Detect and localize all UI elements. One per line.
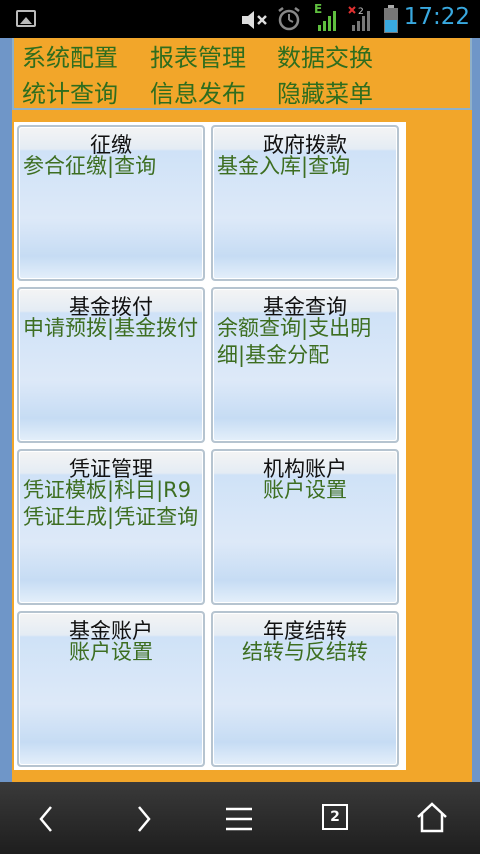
menu-icon[interactable] (222, 802, 256, 836)
menu-item-info-publish[interactable]: 信息发布 (150, 74, 246, 109)
mute-icon (242, 11, 267, 29)
tile-links[interactable]: 参合征缴|查询 (23, 153, 199, 180)
tile-links[interactable]: 凭证模板|科目|R9凭证生成|凭证查询 (23, 477, 199, 531)
picture-icon (16, 10, 36, 27)
tile-links[interactable]: 基金入库|查询 (217, 153, 393, 180)
battery-icon (384, 5, 398, 33)
tile-fund-query[interactable]: 基金查询 余额查询|支出明细|基金分配 (211, 287, 399, 443)
status-bar: E 2 17:22 (0, 0, 480, 38)
tile-annual-carryover[interactable]: 年度结转 结转与反结转 (211, 611, 399, 767)
tile-links[interactable]: 账户设置 (217, 477, 393, 504)
alarm-icon (278, 7, 300, 31)
tile-fund-account[interactable]: 基金账户 账户设置 (17, 611, 205, 767)
tile-links[interactable]: 申请预拨|基金拨付 (23, 315, 199, 342)
tile-fund-disbursement[interactable]: 基金拨付 申请预拨|基金拨付 (17, 287, 205, 443)
forward-arrow-icon[interactable] (126, 802, 160, 836)
menu-item-hidden-menu[interactable]: 隐藏菜单 (277, 74, 373, 109)
menu-item-statistics-query[interactable]: 统计查询 (22, 74, 118, 109)
tile-government-funding[interactable]: 政府拨款 基金入库|查询 (211, 125, 399, 281)
svg-text:2: 2 (358, 7, 364, 17)
no-signal-icon: 2 (348, 6, 370, 31)
top-menu: 系统配置 报表管理 数据交换 统计查询 信息发布 隐藏菜单 (12, 38, 472, 110)
tabs-icon[interactable]: 2 (322, 804, 348, 830)
tile-institution-account[interactable]: 机构账户 账户设置 (211, 449, 399, 605)
tile-voucher-management[interactable]: 凭证管理 凭证模板|科目|R9凭证生成|凭证查询 (17, 449, 205, 605)
menu-item-system-config[interactable]: 系统配置 (22, 38, 118, 73)
tile-links[interactable]: 余额查询|支出明细|基金分配 (217, 315, 393, 369)
browser-nav-bar: 2 (0, 782, 480, 854)
page-content: 系统配置 报表管理 数据交换 统计查询 信息发布 隐藏菜单 征缴 参合征缴|查询… (12, 38, 472, 782)
menu-item-data-exchange[interactable]: 数据交换 (277, 38, 373, 73)
tile-links[interactable]: 账户设置 (23, 639, 199, 666)
back-arrow-icon[interactable] (30, 802, 64, 836)
tile-links[interactable]: 结转与反结转 (217, 639, 393, 666)
tile-collection[interactable]: 征缴 参合征缴|查询 (17, 125, 205, 281)
status-time: 17:22 (403, 4, 470, 30)
home-icon[interactable] (414, 800, 450, 836)
signal-icon (318, 11, 336, 31)
menu-item-report-management[interactable]: 报表管理 (150, 38, 246, 73)
